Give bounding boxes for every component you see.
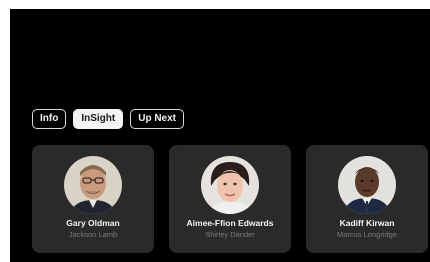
tab-insight[interactable]: InSight <box>73 109 124 129</box>
tab-insight-label: InSight <box>81 113 116 124</box>
cast-name: Gary Oldman <box>66 218 120 228</box>
tab-info-label: Info <box>40 113 59 124</box>
cast-name: Kadiff Kirwan <box>339 218 395 228</box>
tv-screen: Info InSight Up Next Gary Oldman Jackson… <box>10 9 430 262</box>
cast-name: Aimee-Ffion Edwards <box>186 218 274 228</box>
tab-bar: Info InSight Up Next <box>32 109 185 129</box>
avatar-kadiff-kirwan <box>338 156 396 214</box>
cast-card-gary-oldman[interactable]: Gary Oldman Jackson Lamb <box>32 145 154 253</box>
tab-up-next-label: Up Next <box>138 113 177 124</box>
cast-role: Shirley Dander <box>205 230 255 239</box>
avatar-aimee-ffion-edwards <box>201 156 259 214</box>
cast-card-kadiff-kirwan[interactable]: Kadiff Kirwan Marcus Longridge <box>306 145 428 253</box>
cast-card-aimee-ffion-edwards[interactable]: Aimee-Ffion Edwards Shirley Dander <box>169 145 291 253</box>
cast-role: Jackson Lamb <box>68 230 118 239</box>
avatar-gary-oldman <box>64 156 122 214</box>
cast-list: Gary Oldman Jackson Lamb Aimee-Ffion Edw… <box>32 145 430 255</box>
tab-up-next[interactable]: Up Next <box>130 109 185 129</box>
cast-role: Marcus Longridge <box>336 230 398 239</box>
tab-info[interactable]: Info <box>32 109 67 129</box>
